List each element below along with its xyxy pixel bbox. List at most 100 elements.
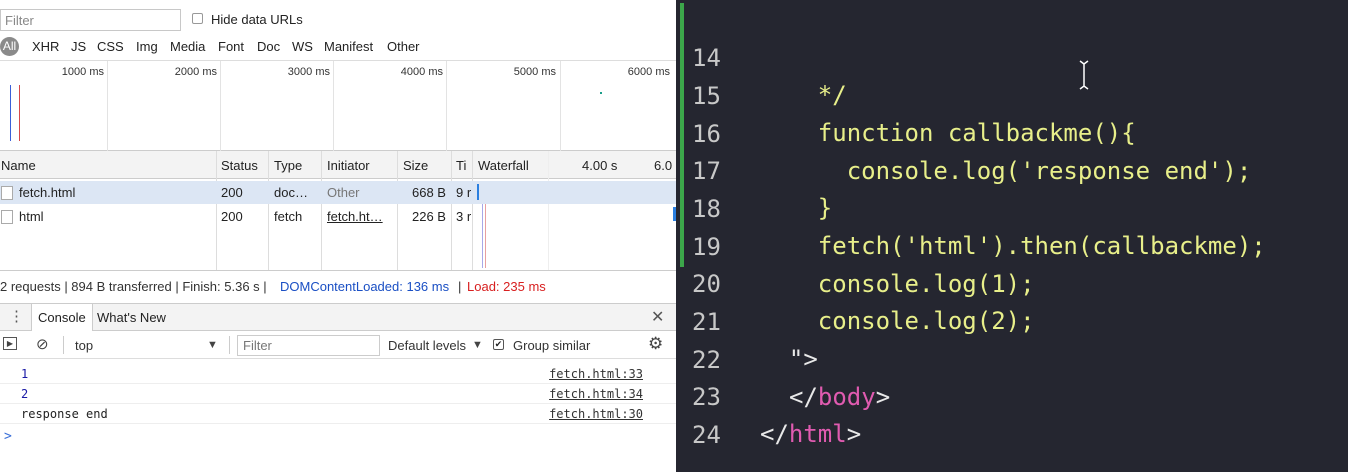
request-initiator: Other bbox=[327, 185, 360, 200]
hide-data-urls-checkbox[interactable] bbox=[192, 13, 203, 24]
code-line[interactable]: 20 console.log(2); bbox=[676, 229, 1348, 335]
network-filter-input[interactable] bbox=[0, 9, 181, 31]
waterfall-bar bbox=[477, 184, 479, 200]
type-filter-js[interactable]: JS bbox=[71, 39, 86, 54]
tag-close-bracket: > bbox=[846, 420, 862, 448]
type-filter-all[interactable]: All bbox=[0, 37, 19, 56]
column-status[interactable]: Status bbox=[221, 158, 258, 173]
drawer-menu-icon[interactable]: ⋮ bbox=[9, 307, 24, 325]
type-filter-manifest[interactable]: Manifest bbox=[324, 39, 373, 54]
console-source-link[interactable]: fetch.html:30 bbox=[549, 407, 643, 421]
code-editor[interactable]: 14 */ 15 function callbackme(){ 16 conso… bbox=[676, 0, 1348, 472]
context-selector[interactable]: top bbox=[75, 338, 93, 353]
code-line[interactable]: 24 bbox=[676, 380, 1348, 449]
waterfall-load-line bbox=[485, 204, 486, 268]
chevron-down-icon[interactable]: ▼ bbox=[472, 339, 483, 351]
group-similar-checkbox[interactable]: ✔ bbox=[493, 339, 504, 350]
tab-console[interactable]: Console bbox=[31, 304, 93, 331]
console-message: 2 fetch.html:34 bbox=[0, 384, 676, 404]
network-row[interactable]: html 200 fetch fetch.ht… 226 B 3 r bbox=[0, 205, 676, 228]
column-name[interactable]: Name bbox=[1, 158, 36, 173]
summary-separator: | bbox=[458, 279, 462, 294]
request-time: 3 r bbox=[456, 209, 472, 224]
console-message-text: 1 bbox=[21, 367, 29, 381]
waterfall-tick-6s: 6.0 bbox=[654, 158, 673, 173]
console-message: 1 fetch.html:33 bbox=[0, 364, 676, 384]
type-filter-media[interactable]: Media bbox=[170, 39, 205, 54]
console-message-text: response end bbox=[21, 407, 108, 421]
code-text: </html> bbox=[760, 416, 861, 453]
dom-content-loaded-marker bbox=[10, 85, 11, 141]
code-line[interactable]: 14 */ bbox=[676, 3, 1348, 109]
column-size[interactable]: Size bbox=[403, 158, 428, 173]
summary-dom-content-loaded: DOMContentLoaded: 136 ms bbox=[280, 279, 450, 294]
document-file-icon bbox=[1, 186, 13, 200]
console-message: response end fetch.html:30 bbox=[0, 404, 676, 424]
text-cursor-icon bbox=[1079, 60, 1089, 90]
type-filter-other[interactable]: Other bbox=[387, 39, 420, 54]
request-type: doc… bbox=[274, 185, 308, 200]
waterfall-dcl-line bbox=[482, 204, 483, 268]
type-filter-ws[interactable]: WS bbox=[292, 39, 313, 54]
timeline-gridline bbox=[560, 61, 561, 151]
tag-name: html bbox=[788, 420, 847, 448]
resource-type-filter: All XHR JS CSS Img Media Font Doc WS Man… bbox=[0, 36, 676, 58]
code-line[interactable]: 19 console.log(1); bbox=[676, 192, 1348, 298]
console-prompt[interactable]: > bbox=[4, 429, 12, 444]
line-number: 24 bbox=[692, 421, 721, 449]
console-filter-input[interactable] bbox=[237, 335, 380, 356]
tab-whats-new[interactable]: What's New bbox=[97, 310, 166, 325]
toolbar-separator bbox=[229, 336, 230, 354]
request-time: 9 r bbox=[456, 185, 472, 200]
code-line[interactable]: 15 function callbackme(){ bbox=[676, 41, 1348, 147]
hide-data-urls-label: Hide data URLs bbox=[211, 12, 303, 27]
close-icon[interactable]: ✕ bbox=[651, 307, 664, 327]
type-filter-doc[interactable]: Doc bbox=[257, 39, 280, 54]
request-size: 226 B bbox=[412, 209, 446, 224]
request-status: 200 bbox=[221, 185, 243, 200]
code-line[interactable]: 21 "> bbox=[676, 267, 1348, 373]
group-similar-label: Group similar bbox=[513, 338, 591, 353]
devtools-panel: Hide data URLs All XHR JS CSS Img Media … bbox=[0, 0, 676, 472]
request-name: html bbox=[19, 209, 44, 224]
show-sidebar-icon[interactable]: ▶ bbox=[3, 337, 17, 350]
column-type[interactable]: Type bbox=[274, 158, 302, 173]
chevron-down-icon[interactable]: ▼ bbox=[207, 339, 218, 351]
column-time[interactable]: Ti bbox=[456, 158, 466, 173]
timeline-gridline bbox=[107, 61, 108, 151]
console-toolbar: ▶ ⊘ top ▼ Default levels ▼ ✔ Group simil… bbox=[0, 331, 676, 359]
gear-icon[interactable]: ⚙ bbox=[648, 334, 663, 354]
code-line[interactable]: 23 </html> bbox=[676, 342, 1348, 448]
load-marker bbox=[19, 85, 20, 141]
timeline-tick-label: 1000 ms bbox=[61, 66, 104, 78]
request-initiator-link[interactable]: fetch.ht… bbox=[327, 209, 383, 224]
timeline-tick-label: 6000 ms bbox=[627, 66, 670, 78]
timeline-request-dot bbox=[600, 92, 602, 94]
network-summary-bar: 2 requests | 894 B transferred | Finish:… bbox=[0, 270, 676, 300]
timeline-gridline bbox=[220, 61, 221, 151]
network-row[interactable]: fetch.html 200 doc… Other 668 B 9 r bbox=[0, 181, 676, 204]
type-filter-img[interactable]: Img bbox=[136, 39, 158, 54]
code-line[interactable]: 16 console.log('response end'); bbox=[676, 79, 1348, 185]
console-source-link[interactable]: fetch.html:34 bbox=[549, 387, 643, 401]
type-filter-xhr[interactable]: XHR bbox=[32, 39, 59, 54]
timeline-tick-label: 3000 ms bbox=[287, 66, 330, 78]
type-filter-font[interactable]: Font bbox=[218, 39, 244, 54]
code-line[interactable]: 22 </body> bbox=[676, 305, 1348, 411]
network-overview-timeline[interactable]: 1000 ms 2000 ms 3000 ms 4000 ms 5000 ms … bbox=[0, 60, 676, 151]
column-waterfall[interactable]: Waterfall bbox=[478, 158, 529, 173]
code-line[interactable]: 17 } bbox=[676, 116, 1348, 222]
timeline-gridline bbox=[333, 61, 334, 151]
network-filter-bar: Hide data URLs bbox=[0, 7, 676, 31]
request-type: fetch bbox=[274, 209, 303, 224]
toolbar-separator bbox=[63, 336, 64, 354]
request-size: 668 B bbox=[412, 185, 446, 200]
clear-console-icon[interactable]: ⊘ bbox=[36, 335, 49, 353]
code-line[interactable]: 18 fetch('html').then(callbackme); bbox=[676, 154, 1348, 260]
column-initiator[interactable]: Initiator bbox=[327, 158, 370, 173]
type-filter-css[interactable]: CSS bbox=[97, 39, 124, 54]
console-message-text: 2 bbox=[21, 387, 29, 401]
log-levels-dropdown[interactable]: Default levels bbox=[388, 338, 466, 353]
timeline-tick-label: 4000 ms bbox=[400, 66, 443, 78]
console-source-link[interactable]: fetch.html:33 bbox=[549, 367, 643, 381]
